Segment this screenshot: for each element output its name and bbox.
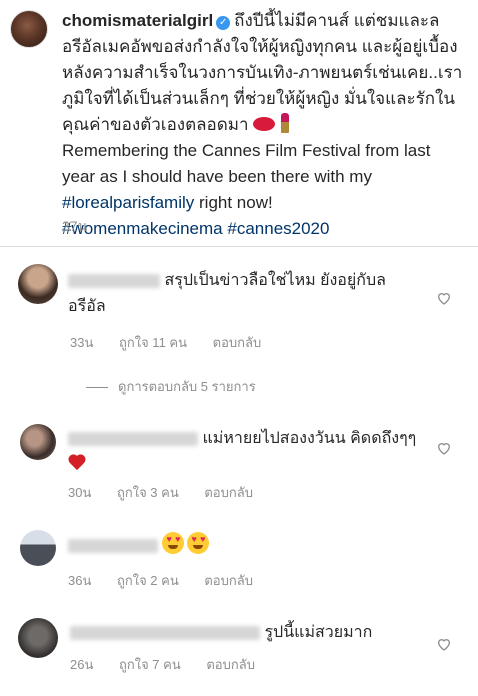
commenter-username-blurred xyxy=(70,625,260,640)
comment-body: รูปนี้แม่สวยมาก xyxy=(264,624,373,641)
caption-timestamp: 37น xyxy=(62,218,88,234)
comment-time: 36น xyxy=(68,573,92,588)
author-avatar[interactable] xyxy=(10,10,48,48)
red-heart-emoji xyxy=(68,455,86,471)
commenter-username-blurred xyxy=(68,273,160,288)
view-replies-line xyxy=(86,387,108,389)
post-caption: chomismaterialgirl ✓ ถึงปีนี้ไม่มีคานส์ แต… xyxy=(0,0,478,246)
heart-eyes-emoji xyxy=(162,532,185,554)
reply-button[interactable]: ตอบกลับ xyxy=(204,573,253,588)
heart-outline-icon[interactable] xyxy=(436,290,452,306)
caption-english: Remembering the Cannes Film Festival fro… xyxy=(62,141,431,186)
lipstick-emoji xyxy=(280,113,289,133)
divider xyxy=(0,246,478,247)
commenter-avatar[interactable] xyxy=(20,530,56,566)
comment-likes[interactable]: ถูกใจ 3 คน xyxy=(117,485,179,500)
hashtag-lorealparisfamily[interactable]: #lorealparisfamily xyxy=(62,193,194,212)
heart-outline-icon[interactable] xyxy=(436,440,452,456)
comment-likes[interactable]: ถูกใจ 7 คน xyxy=(119,657,181,672)
view-replies-button[interactable]: ดูการตอบกลับ 5 รายการ xyxy=(86,376,256,397)
comment-text: แม่หายยไปสองงวันน คิดดถึงๆๆ xyxy=(68,426,428,478)
comment-likes[interactable]: ถูกใจ 2 คน xyxy=(117,573,179,588)
lips-emoji xyxy=(252,117,275,131)
comment-likes[interactable]: ถูกใจ 11 คน xyxy=(119,335,187,350)
comment-text: รูปนี้แม่สวยมาก xyxy=(70,620,420,646)
comment-text: สรุปเป็นข่าวลือใช่ไหม ยังอยู่กับลอรีอัล xyxy=(68,268,418,320)
reply-button[interactable]: ตอบกลับ xyxy=(206,657,255,672)
comment-body: แม่หายยไปสองงวันน คิดดถึงๆๆ xyxy=(202,430,417,447)
caption-english-tail: right now! xyxy=(194,193,273,212)
commenter-avatar[interactable] xyxy=(18,618,58,658)
comment-time: 30น xyxy=(68,485,92,500)
commenter-username-blurred xyxy=(68,431,198,446)
hashtag-cannes2020[interactable]: #cannes2020 xyxy=(227,219,329,238)
view-replies-label: ดูการตอบกลับ 5 รายการ xyxy=(118,379,256,394)
comment-meta: 26น ถูกใจ 7 คน ตอบกลับ xyxy=(70,654,277,675)
author-username[interactable]: chomismaterialgirl xyxy=(62,11,213,30)
reply-button[interactable]: ตอบกลับ xyxy=(213,335,262,350)
caption-text: chomismaterialgirl ✓ ถึงปีนี้ไม่มีคานส์ แต… xyxy=(62,8,466,242)
comment-meta: 30น ถูกใจ 3 คน ตอบกลับ xyxy=(68,482,275,503)
heart-eyes-emoji xyxy=(187,532,210,554)
verified-badge-icon: ✓ xyxy=(216,16,231,30)
heart-outline-icon[interactable] xyxy=(436,636,452,652)
commenter-username-blurred xyxy=(68,538,158,553)
commenter-avatar[interactable] xyxy=(18,264,58,304)
comment-meta: 33น ถูกใจ 11 คน ตอบกลับ xyxy=(70,332,283,353)
reply-button[interactable]: ตอบกลับ xyxy=(204,485,253,500)
comment-meta: 36น ถูกใจ 2 คน ตอบกลับ xyxy=(68,570,275,591)
comment-text xyxy=(68,532,418,559)
commenter-avatar[interactable] xyxy=(20,424,56,460)
comment-time: 26น xyxy=(70,657,94,672)
comment-time: 33น xyxy=(70,335,94,350)
